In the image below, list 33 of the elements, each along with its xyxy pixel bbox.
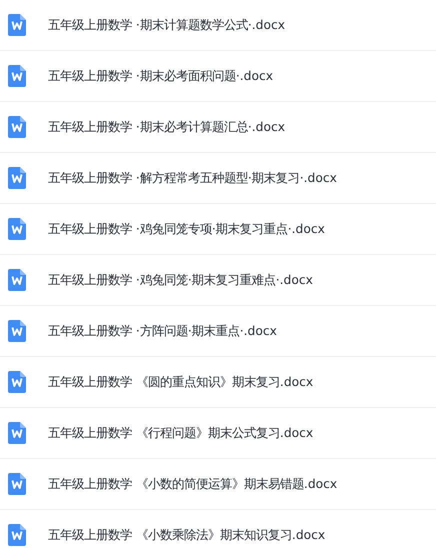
word-document-icon [8, 371, 26, 393]
word-document-icon [8, 320, 26, 342]
file-name: 五年级上册数学 《圆的重点知识》期末复习.docx [48, 374, 314, 390]
file-name: 五年级上册数学 《小数的简便运算》期末易错题.docx [48, 476, 338, 492]
file-row[interactable]: 五年级上册数学 《小数乘除法》期末知识复习.docx [0, 510, 436, 559]
file-row[interactable]: 五年级上册数学 ·方阵问题·期末重点·.docx [0, 306, 436, 357]
file-name: 五年级上册数学 ·期末必考计算题汇总·.docx [48, 118, 286, 136]
file-row[interactable]: 五年级上册数学 ·期末必考计算题汇总·.docx [0, 102, 436, 153]
file-row[interactable]: 五年级上册数学 《圆的重点知识》期末复习.docx [0, 357, 436, 408]
word-document-icon [8, 167, 26, 189]
file-name: 五年级上册数学 《行程问题》期末公式复习.docx [48, 424, 314, 442]
file-name: 五年级上册数学 ·期末必考面积问题·.docx [48, 68, 274, 84]
file-row[interactable]: 五年级上册数学 《小数的简便运算》期末易错题.docx [0, 459, 436, 510]
file-row[interactable]: 五年级上册数学 ·期末必考面积问题·.docx [0, 51, 436, 102]
file-name: 五年级上册数学 ·解方程常考五种题型·期末复习·.docx [48, 170, 337, 186]
word-document-icon [8, 269, 26, 291]
file-row[interactable]: 五年级上册数学 ·鸡兔同笼专项·期末复习重点·.docx [0, 204, 436, 255]
file-row[interactable]: 五年级上册数学 ·解方程常考五种题型·期末复习·.docx [0, 153, 436, 204]
file-name: 五年级上册数学 ·方阵问题·期末重点·.docx [48, 322, 277, 340]
file-row[interactable]: 五年级上册数学 ·鸡兔同笼·期末复习重难点·.docx [0, 255, 436, 306]
file-row[interactable]: 五年级上册数学 ·期末计算题数学公式·.docx [0, 0, 436, 51]
word-document-icon [8, 218, 26, 240]
word-document-icon [8, 14, 26, 36]
word-document-icon [8, 422, 26, 444]
file-name: 五年级上册数学 《小数乘除法》期末知识复习.docx [48, 526, 326, 544]
word-document-icon [8, 116, 26, 138]
word-document-icon [8, 65, 26, 87]
file-row[interactable]: 五年级上册数学 《行程问题》期末公式复习.docx [0, 408, 436, 459]
file-name: 五年级上册数学 ·鸡兔同笼专项·期末复习重点·.docx [48, 220, 325, 238]
word-document-icon [8, 473, 26, 495]
file-name: 五年级上册数学 ·鸡兔同笼·期末复习重难点·.docx [48, 272, 313, 288]
file-name: 五年级上册数学 ·期末计算题数学公式·.docx [48, 16, 286, 34]
word-document-icon [8, 524, 26, 546]
